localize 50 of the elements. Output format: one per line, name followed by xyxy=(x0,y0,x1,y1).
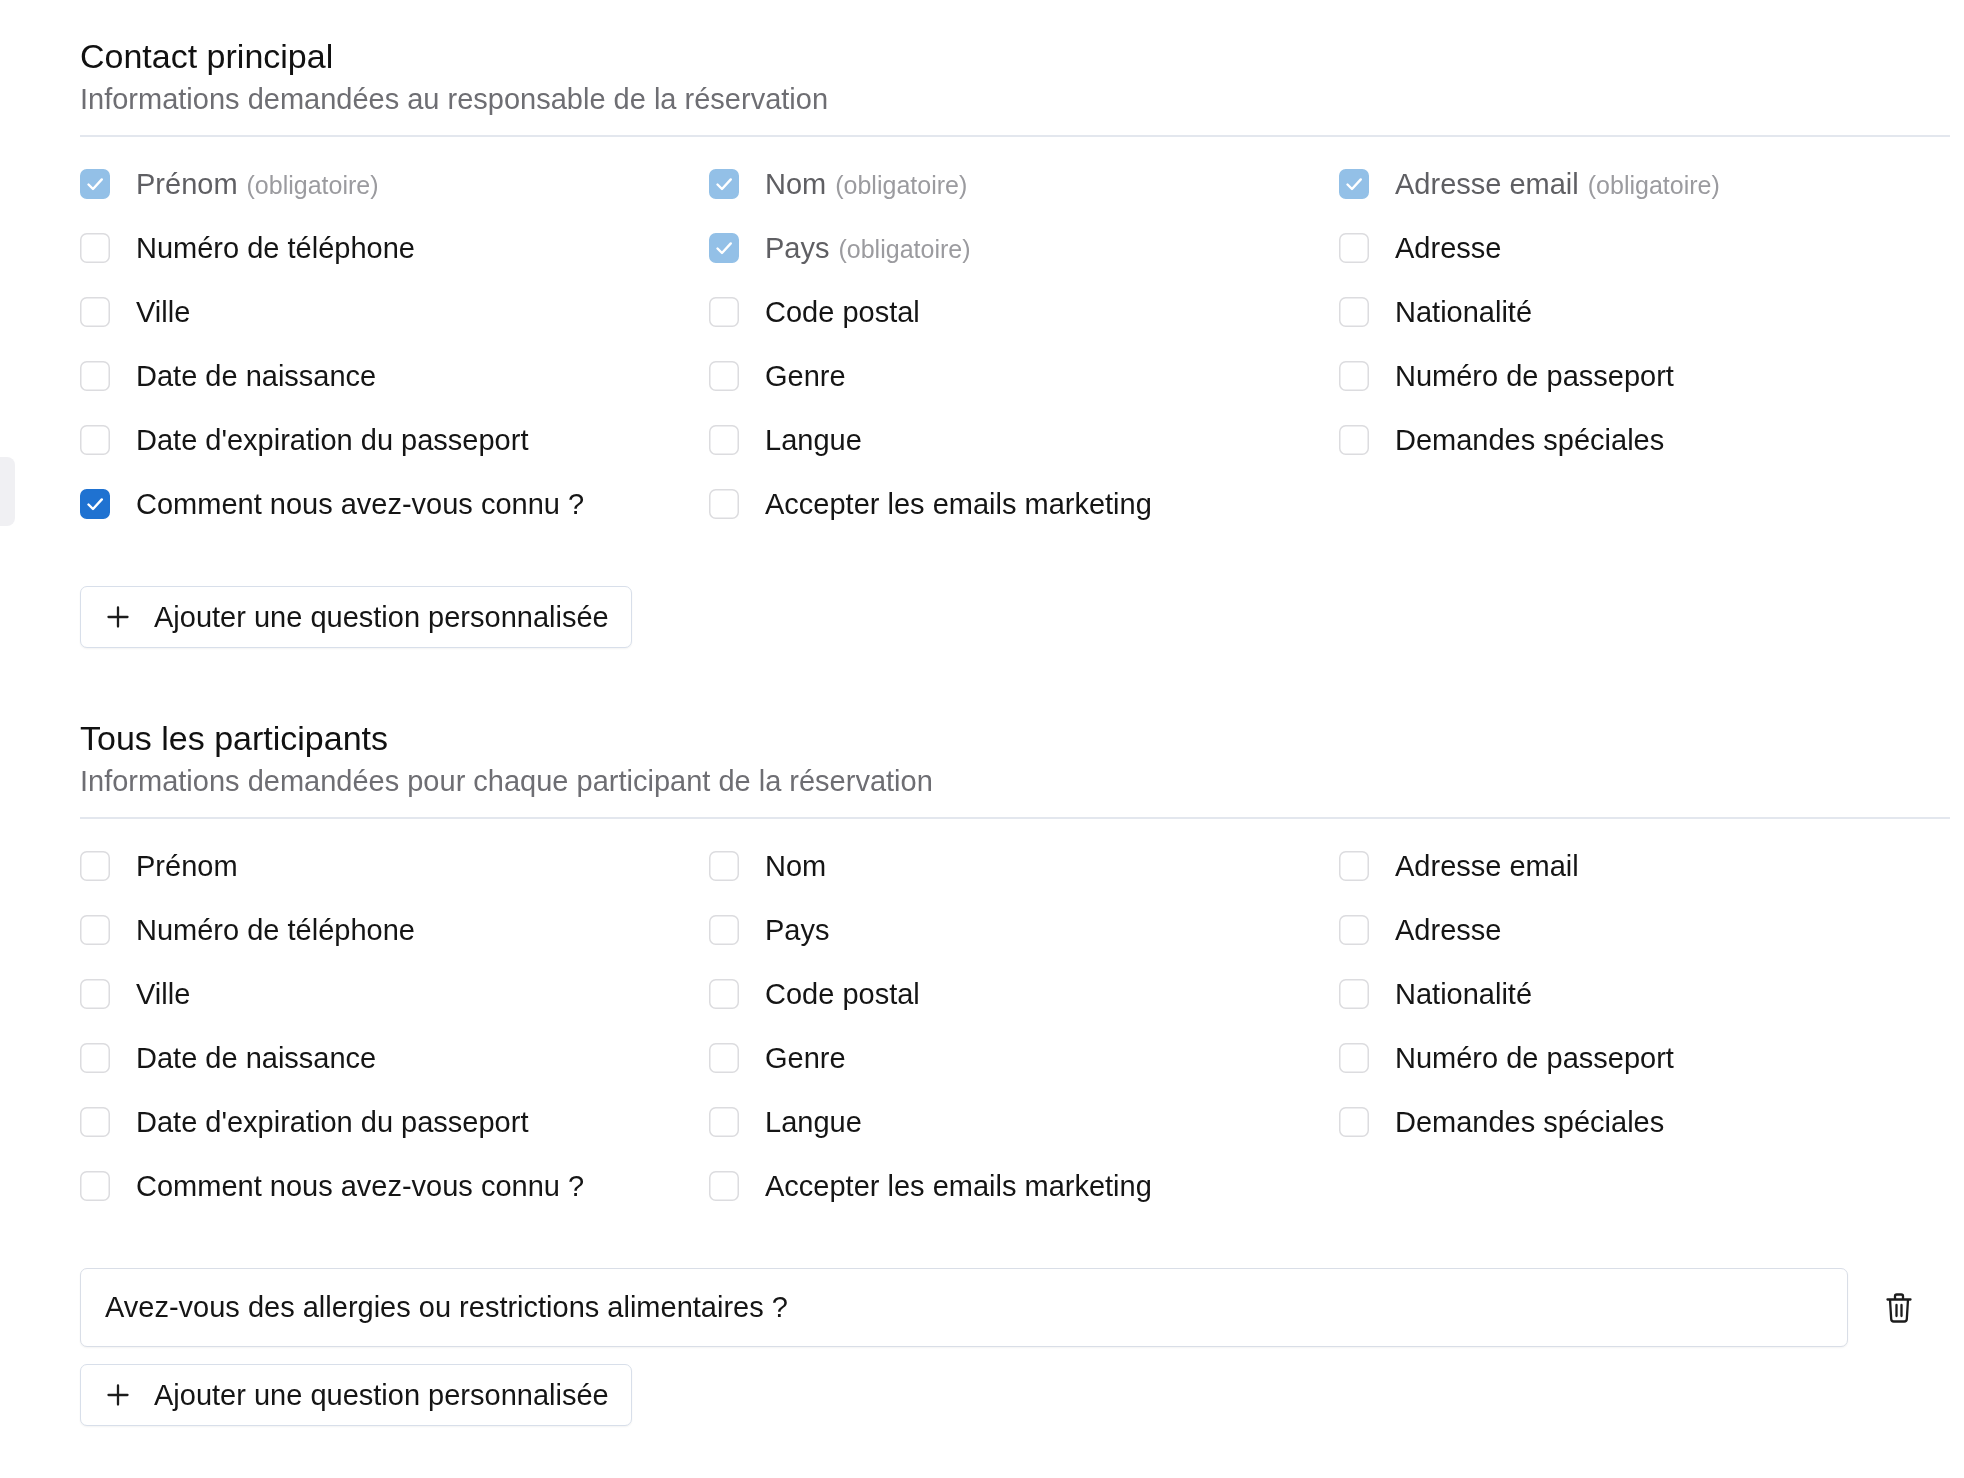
required-note: (obligatoire) xyxy=(246,170,379,201)
required-note: (obligatoire) xyxy=(1587,170,1720,201)
delete-button[interactable] xyxy=(1884,1290,1914,1325)
add-question-button[interactable]: Ajouter une question personnalisée xyxy=(80,586,632,648)
field-label: Nom xyxy=(765,849,827,884)
field-label: Pays xyxy=(765,913,830,948)
field-label: Nationalité xyxy=(1395,977,1533,1012)
field-label: Genre xyxy=(765,359,846,394)
field-label: Numéro de téléphone xyxy=(136,231,415,266)
field-label: Nationalité xyxy=(1395,295,1533,330)
plus-icon xyxy=(107,1384,129,1406)
field-label: Comment nous avez-vous connu ? xyxy=(136,487,585,522)
add-question-button[interactable]: Ajouter une question personnalisée xyxy=(80,1364,632,1426)
field-label: Genre xyxy=(765,1041,846,1076)
field-label: Date de naissance xyxy=(136,359,377,394)
field-label: Numéro de passeport xyxy=(1395,359,1674,394)
field-label: Adresse email xyxy=(1395,849,1579,884)
field-label: Adresse xyxy=(1395,231,1502,266)
field-label: Nom xyxy=(765,167,827,202)
checkbox[interactable] xyxy=(80,489,110,519)
field-label: Date d'expiration du passeport xyxy=(136,423,529,458)
field-label: Adresse xyxy=(1395,913,1502,948)
field-label: Ville xyxy=(136,977,191,1012)
required-note: (obligatoire) xyxy=(838,234,971,265)
field-label: Accepter les emails marketing xyxy=(765,1169,1152,1204)
field-label: Code postal xyxy=(765,295,920,330)
field-label: Code postal xyxy=(765,977,920,1012)
section-title: Tous les participants xyxy=(80,718,389,758)
field-label: Langue xyxy=(765,423,862,458)
field-label: Numéro de téléphone xyxy=(136,913,415,948)
field-label: Accepter les emails marketing xyxy=(765,487,1152,522)
field-label: Langue xyxy=(765,1105,862,1140)
field-label: Comment nous avez-vous connu ? xyxy=(136,1169,585,1204)
field-label: Date de naissance xyxy=(136,1041,377,1076)
trash-icon xyxy=(1886,1292,1912,1323)
field-label: Ville xyxy=(136,295,191,330)
field-label: Demandes spéciales xyxy=(1395,423,1665,458)
required-note: (obligatoire) xyxy=(835,170,968,201)
field-label: Prénom xyxy=(136,167,238,202)
field-label: Prénom xyxy=(136,849,238,884)
field-label: Adresse email xyxy=(1395,167,1579,202)
field-label: Pays xyxy=(765,231,830,266)
field-label: Date d'expiration du passeport xyxy=(136,1105,529,1140)
question-input[interactable]: Avez-vous des allergies ou restrictions alimentaires ? xyxy=(80,1268,1848,1347)
plus-icon xyxy=(107,606,129,628)
section-title: Contact principal xyxy=(80,36,334,76)
field-label: Numéro de passeport xyxy=(1395,1041,1674,1076)
section-subtitle: Informations demandées au responsable de la réservation xyxy=(80,82,828,116)
section-subtitle: Informations demandées pour chaque participant de la réservation xyxy=(80,764,933,798)
field-label: Demandes spéciales xyxy=(1395,1105,1665,1140)
